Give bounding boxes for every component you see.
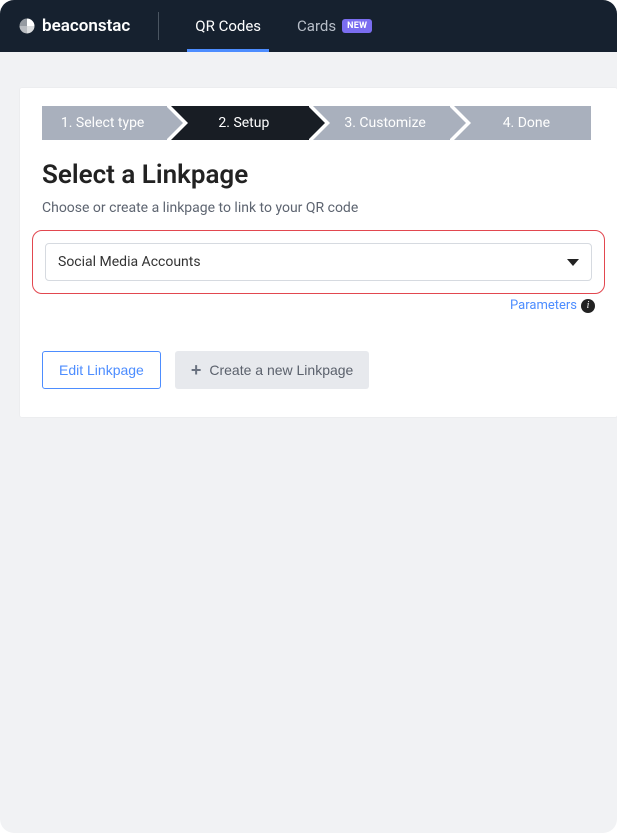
plus-icon: + <box>191 361 202 379</box>
badge-new: NEW <box>342 19 372 33</box>
page-desc: Choose or create a linkpage to link to y… <box>42 200 595 216</box>
brand[interactable]: beaconstac <box>18 16 130 36</box>
info-icon[interactable]: i <box>581 299 595 313</box>
edit-label: Edit Linkpage <box>59 362 144 378</box>
step-setup[interactable]: 2. Setup <box>171 106 308 140</box>
step-label: 3. Customize <box>344 115 425 131</box>
page-title: Select a Linkpage <box>42 160 595 190</box>
nav-qr-codes[interactable]: QR Codes <box>177 0 279 52</box>
step-label: 2. Setup <box>218 115 269 131</box>
step-label: 4. Done <box>503 115 550 131</box>
nav-cards[interactable]: Cards NEW <box>279 0 390 52</box>
app-frame: beaconstac QR Codes Cards NEW 1. Select … <box>0 0 617 833</box>
chevron-down-icon <box>567 259 579 266</box>
main-area: Select a Linkpage Choose or create a lin… <box>20 140 617 417</box>
nav-cards-label: Cards <box>297 17 336 35</box>
step-done[interactable]: 4. Done <box>454 106 591 140</box>
divider <box>158 12 159 40</box>
topbar: beaconstac QR Codes Cards NEW <box>0 0 617 52</box>
stepper: 1. Select type 2. Setup 3. Customize 4. … <box>20 88 617 140</box>
select-value: Social Media Accounts <box>58 254 201 270</box>
step-select-type[interactable]: 1. Select type <box>42 106 167 140</box>
nav-qr-label: QR Codes <box>195 17 261 35</box>
parameters-row: Parameters i <box>42 298 595 313</box>
create-label: Create a new Linkpage <box>209 362 353 378</box>
step-label: 1. Select type <box>61 115 144 131</box>
button-row: Edit Linkpage + Create a new Linkpage <box>42 351 595 389</box>
content-card: 1. Select type 2. Setup 3. Customize 4. … <box>20 88 617 417</box>
edit-linkpage-button[interactable]: Edit Linkpage <box>42 351 161 389</box>
step-customize[interactable]: 3. Customize <box>313 106 450 140</box>
brand-logo-icon <box>18 17 36 35</box>
brand-name: beaconstac <box>42 16 130 36</box>
parameters-link[interactable]: Parameters <box>510 298 577 313</box>
select-highlight-box: Social Media Accounts <box>32 230 605 294</box>
linkpage-select[interactable]: Social Media Accounts <box>45 243 592 281</box>
top-nav: QR Codes Cards NEW <box>177 0 390 52</box>
create-linkpage-button[interactable]: + Create a new Linkpage <box>175 351 370 389</box>
